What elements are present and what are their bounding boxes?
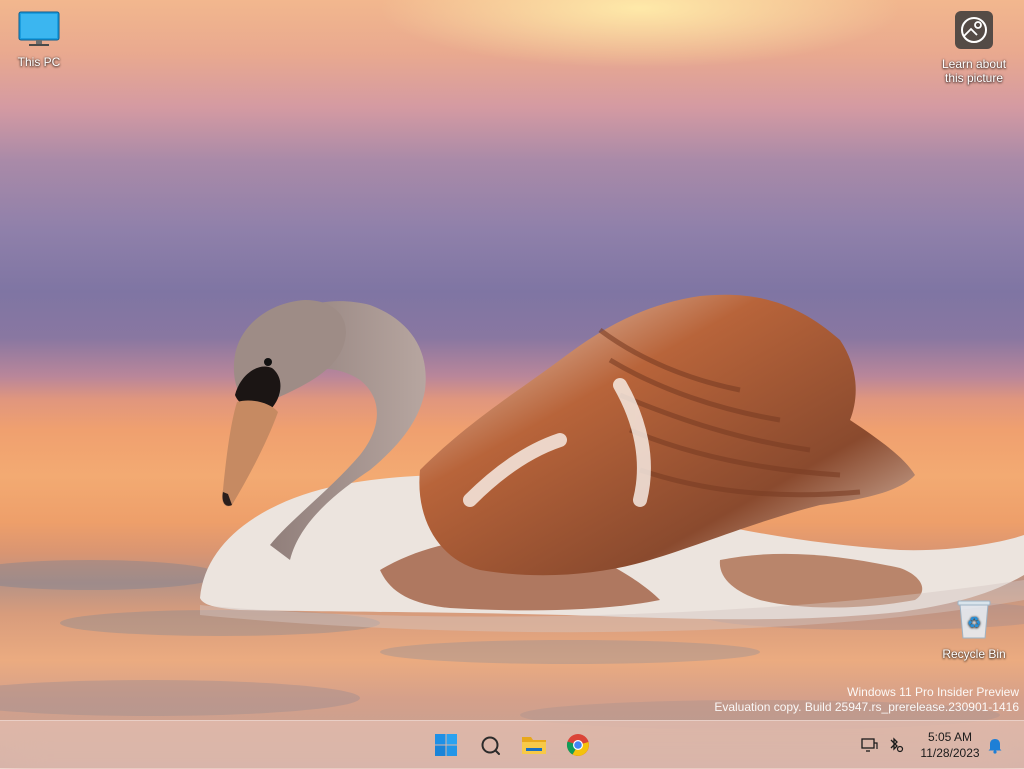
- evaluation-watermark: Windows 11 Pro Insider Preview Evaluatio…: [714, 685, 1019, 715]
- desktop-icon-recycle-bin[interactable]: ♻ Recycle Bin: [939, 598, 1009, 661]
- start-button[interactable]: [430, 729, 462, 761]
- windows-start-icon: [435, 734, 457, 756]
- clock-time: 5:05 AM: [927, 730, 973, 744]
- watermark-build: Evaluation copy. Build 25947.rs_prerelea…: [714, 700, 1019, 714]
- network-display-icon[interactable]: [858, 737, 880, 753]
- swan-image: [200, 294, 1024, 633]
- file-explorer-icon: [522, 737, 546, 754]
- watermark-edition: Windows 11 Pro Insider Preview: [847, 685, 1019, 699]
- desktop-icon-learn-about-picture[interactable]: Learn about this picture: [939, 10, 1009, 85]
- recycle-bin-icon: ♻: [957, 600, 991, 639]
- taskbar: 5:05 AM 11/28/2023: [0, 720, 1024, 769]
- monitor-icon: [18, 11, 60, 46]
- desktop-icon-label: This PC: [17, 55, 61, 69]
- clock-date: 11/28/2023: [920, 746, 980, 760]
- label-line: Learn about: [941, 57, 1007, 71]
- bluetooth-settings-icon[interactable]: [884, 737, 906, 753]
- svg-text:♻: ♻: [967, 613, 981, 632]
- chrome-button[interactable]: [562, 729, 594, 761]
- taskbar-clock[interactable]: 5:05 AM 11/28/2023: [912, 729, 988, 761]
- file-explorer-button[interactable]: [518, 729, 550, 761]
- notification-bell-icon: [988, 739, 1002, 754]
- desktop-icon-label: Learn about this picture: [939, 57, 1009, 85]
- system-tray: [858, 721, 906, 769]
- desktop-icon-label: Recycle Bin: [942, 647, 1006, 661]
- notification-button[interactable]: [986, 721, 1004, 769]
- camera-circle-icon: [955, 11, 993, 49]
- desktop-icon-this-pc[interactable]: This PC: [4, 10, 74, 69]
- search-button[interactable]: [474, 729, 506, 761]
- search-icon: [481, 736, 500, 755]
- label-line: this picture: [944, 71, 1004, 85]
- chrome-icon: [566, 734, 589, 756]
